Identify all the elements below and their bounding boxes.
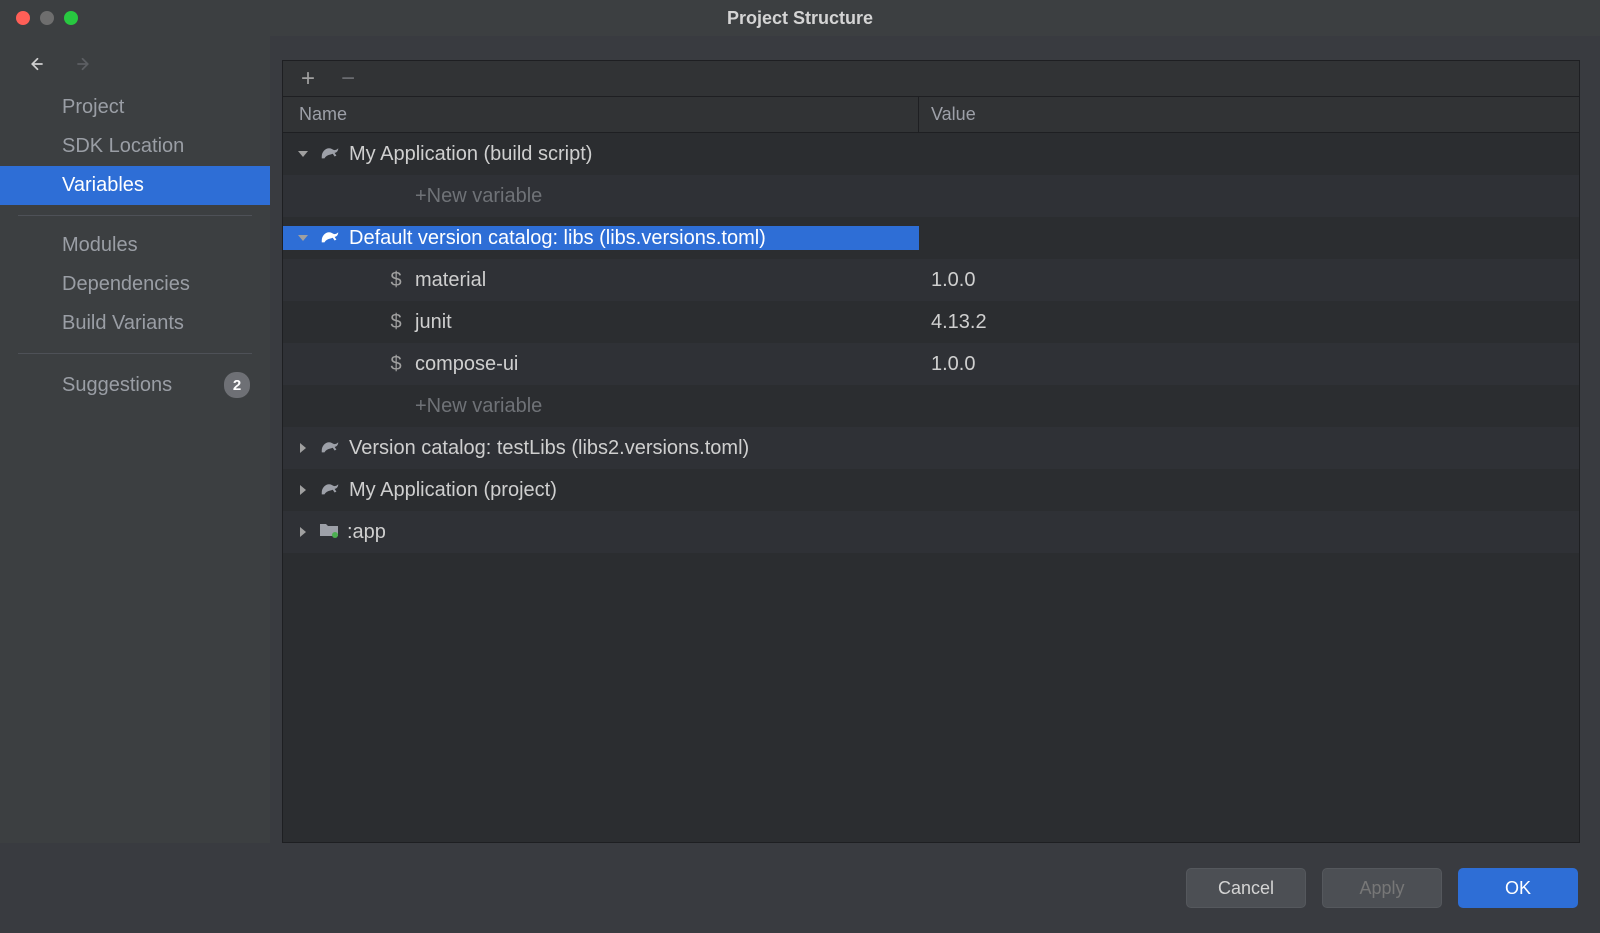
dialog-project-structure: Project Structure Project SDK Location V… (0, 0, 1600, 933)
sidebar-item-suggestions[interactable]: Suggestions 2 (0, 364, 270, 406)
forward-button[interactable] (70, 54, 98, 74)
zoom-window-button[interactable] (64, 11, 78, 25)
tree-row-label: compose-ui (415, 353, 518, 376)
tree-row-label: junit (415, 311, 452, 334)
sidebar-item-dependencies[interactable]: Dependencies (0, 265, 270, 304)
tree-row[interactable]: +New variable (283, 175, 1579, 217)
variables-toolbar: + − (283, 61, 1579, 97)
module-folder-icon (319, 521, 339, 544)
tree-row[interactable]: My Application (project) (283, 469, 1579, 511)
sidebar-item-project[interactable]: Project (0, 88, 270, 127)
remove-variable-button[interactable]: − (341, 67, 355, 91)
tree-row-value[interactable]: 1.0.0 (919, 353, 1579, 376)
body: Project SDK Location Variables Modules D… (0, 36, 1600, 843)
tree-row-label: :app (347, 521, 386, 544)
title-bar: Project Structure (0, 0, 1600, 36)
tree-row[interactable]: $ junit 4.13.2 (283, 301, 1579, 343)
tree-row[interactable]: +New variable (283, 385, 1579, 427)
chevron-down-icon[interactable] (295, 232, 311, 244)
apply-button[interactable]: Apply (1322, 868, 1442, 908)
dialog-footer: Cancel Apply OK (0, 843, 1600, 933)
tree-row[interactable]: :app (283, 511, 1579, 553)
back-button[interactable] (22, 54, 50, 74)
tree-row[interactable]: $ material 1.0.0 (283, 259, 1579, 301)
tree-row-label: Version catalog: testLibs (libs2.version… (349, 437, 749, 460)
variable-icon: $ (385, 353, 407, 376)
close-window-button[interactable] (16, 11, 30, 25)
sidebar-separator (18, 215, 252, 216)
tree-row[interactable]: $ compose-ui 1.0.0 (283, 343, 1579, 385)
tree-row[interactable]: Version catalog: testLibs (libs2.version… (283, 427, 1579, 469)
variable-icon: $ (385, 311, 407, 334)
gradle-icon (319, 226, 341, 250)
variables-tree[interactable]: My Application (build script) +New variab… (283, 133, 1579, 842)
chevron-down-icon[interactable] (295, 148, 311, 160)
gradle-icon (319, 478, 341, 502)
sidebar-item-modules[interactable]: Modules (0, 226, 270, 265)
sidebar-item-label: Suggestions (62, 374, 172, 397)
dialog-title: Project Structure (0, 8, 1600, 29)
chevron-right-icon[interactable] (295, 442, 311, 454)
window-controls (0, 11, 78, 25)
tree-row-label: My Application (project) (349, 479, 557, 502)
chevron-right-icon[interactable] (295, 484, 311, 496)
tree-row-label: My Application (build script) (349, 143, 592, 166)
tree-row[interactable]: Default version catalog: libs (libs.vers… (283, 217, 1579, 259)
tree-row-value[interactable]: 1.0.0 (919, 269, 1579, 292)
chevron-right-icon[interactable] (295, 526, 311, 538)
suggestions-count-badge: 2 (224, 372, 250, 398)
sidebar-separator (18, 353, 252, 354)
tree-row-label: +New variable (415, 185, 542, 208)
gradle-icon (319, 142, 341, 166)
tree-row-value[interactable]: 4.13.2 (919, 311, 1579, 334)
tree-row-label: +New variable (415, 395, 542, 418)
add-variable-button[interactable]: + (301, 67, 315, 91)
tree-row-label: material (415, 269, 486, 292)
sidebar-item-variables[interactable]: Variables (0, 166, 270, 205)
tree-row-label: Default version catalog: libs (libs.vers… (349, 227, 766, 250)
variable-icon: $ (385, 269, 407, 292)
tree-row[interactable]: My Application (build script) (283, 133, 1579, 175)
column-header-value[interactable]: Value (919, 97, 1579, 132)
sidebar-item-sdk-location[interactable]: SDK Location (0, 127, 270, 166)
history-nav (0, 44, 270, 88)
sidebar-item-build-variants[interactable]: Build Variants (0, 304, 270, 343)
column-header-row: Name Value (283, 97, 1579, 133)
sidebar: Project SDK Location Variables Modules D… (0, 36, 270, 843)
cancel-button[interactable]: Cancel (1186, 868, 1306, 908)
gradle-icon (319, 436, 341, 460)
main-panel: + − Name Value My Application (build scr… (270, 36, 1600, 843)
column-header-name[interactable]: Name (283, 97, 919, 132)
minimize-window-button[interactable] (40, 11, 54, 25)
ok-button[interactable]: OK (1458, 868, 1578, 908)
variables-panel: + − Name Value My Application (build scr… (282, 60, 1580, 843)
